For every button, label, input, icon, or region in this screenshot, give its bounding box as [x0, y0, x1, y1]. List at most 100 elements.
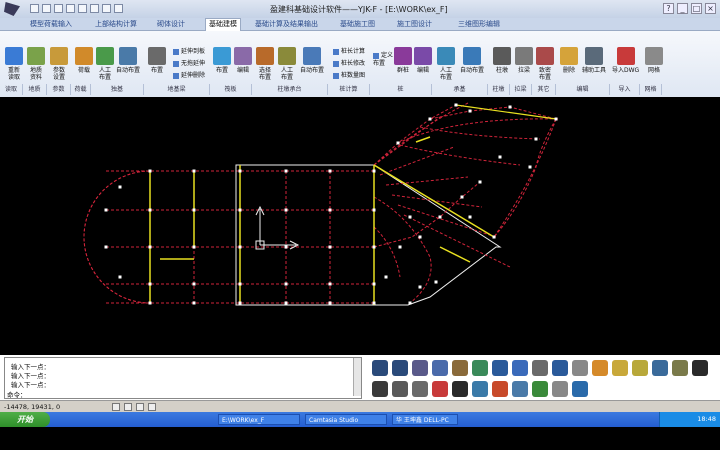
redo-icon[interactable] [90, 4, 99, 13]
grid-node[interactable] [328, 208, 332, 212]
grid-node[interactable] [192, 282, 196, 286]
pile-length-edit-button[interactable]: 桩长修改 [333, 60, 365, 68]
grid-node[interactable] [238, 301, 242, 305]
tab-2[interactable]: 砌体设计 [157, 19, 185, 29]
grid-node[interactable] [460, 195, 464, 199]
grid-node[interactable] [118, 185, 122, 189]
wrench-icon[interactable] [392, 381, 408, 397]
pan-icon[interactable] [572, 360, 588, 376]
param-button[interactable]: 参数 设置 [50, 47, 68, 81]
ruler-icon[interactable] [612, 360, 628, 376]
command-window[interactable]: 输入下一点： 输入下一点： 输入下一点： 命令： [4, 357, 362, 399]
grid-node[interactable] [148, 301, 152, 305]
grid-node[interactable] [372, 282, 376, 286]
grid-node[interactable] [284, 208, 288, 212]
grid-node[interactable] [498, 155, 502, 159]
text-icon[interactable] [452, 381, 468, 397]
inner-arc-2[interactable] [373, 226, 401, 278]
scissors-icon[interactable] [372, 360, 388, 376]
lamp-icon[interactable] [592, 360, 608, 376]
define-place-button[interactable]: 定义 布置 [373, 52, 393, 68]
auto-place-2-button[interactable]: 自动布置 [300, 47, 324, 74]
beam-line[interactable] [439, 246, 471, 263]
grid-node[interactable] [372, 169, 376, 173]
grid-node[interactable] [384, 275, 388, 279]
snap-toggle-icon[interactable] [112, 403, 120, 411]
grid-node[interactable] [238, 208, 242, 212]
save-icon[interactable] [54, 4, 63, 13]
grid-node[interactable] [554, 117, 558, 121]
grid-node[interactable] [438, 215, 442, 219]
grid-node[interactable] [238, 169, 242, 173]
grid-node[interactable] [468, 109, 472, 113]
grid-node[interactable] [528, 165, 532, 169]
left-arc[interactable] [83, 170, 151, 304]
scale-icon[interactable] [532, 381, 548, 397]
curve-grid-5[interactable] [493, 118, 557, 238]
tie-beam-button[interactable]: 拉梁 [515, 47, 533, 74]
grid-node[interactable] [148, 208, 152, 212]
beam-line[interactable] [373, 164, 495, 238]
image-icon[interactable] [472, 381, 488, 397]
radial-grid-line[interactable] [397, 204, 497, 238]
grid-node[interactable] [284, 245, 288, 249]
manual-place-button[interactable]: 人工 布置 [96, 47, 114, 81]
tab-7[interactable]: 三维图形编辑 [458, 19, 500, 29]
grid-node[interactable] [148, 282, 152, 286]
column-pier-button[interactable]: 柱墩 [493, 47, 511, 74]
tower-icon[interactable] [372, 381, 388, 397]
group-pile-button[interactable]: 群桩 [394, 47, 412, 74]
tab-3[interactable]: 基础建模 [205, 18, 241, 31]
close-button[interactable]: × [705, 3, 716, 14]
grid-node[interactable] [284, 169, 288, 173]
config-icon[interactable] [114, 4, 123, 13]
tab-4[interactable]: 基础计算及结果输出 [255, 19, 318, 29]
align-2-icon[interactable] [672, 360, 688, 376]
curve-grid-6[interactable] [493, 118, 557, 238]
open-file-icon[interactable] [42, 4, 51, 13]
grid-node[interactable] [238, 245, 242, 249]
grid-node[interactable] [148, 245, 152, 249]
radial-grid-line[interactable] [403, 214, 511, 268]
minimize-button[interactable]: _ [677, 3, 688, 14]
grid-node[interactable] [492, 235, 496, 239]
edit-button[interactable]: 编辑 [234, 47, 252, 74]
grid-node[interactable] [418, 235, 422, 239]
measure-icon[interactable] [632, 360, 648, 376]
command-prompt[interactable]: 命令： [7, 389, 27, 399]
tab-0[interactable]: 模型荷载输入 [30, 19, 72, 29]
tab-5[interactable]: 基础施工图 [340, 19, 375, 29]
select-place-button[interactable]: 选择 布置 [256, 47, 274, 81]
grid-node[interactable] [192, 169, 196, 173]
osnap-toggle-icon[interactable] [148, 403, 156, 411]
grid-node[interactable] [192, 301, 196, 305]
grid-node[interactable] [398, 245, 402, 249]
rotate-icon[interactable] [532, 360, 548, 376]
curve-grid-8[interactable] [419, 126, 541, 140]
grid-node[interactable] [454, 103, 458, 107]
grid-node[interactable] [104, 245, 108, 249]
beam-line[interactable] [415, 136, 431, 143]
start-button[interactable]: 开始 [0, 412, 50, 427]
new-file-icon[interactable] [30, 4, 39, 13]
radial-grid-line[interactable] [373, 116, 441, 166]
extend-to-button[interactable]: 延伸到板 [173, 48, 205, 56]
curve-grid-7[interactable] [399, 144, 521, 166]
manual-place-2-button[interactable]: 人工 布置 [278, 47, 296, 81]
grid-node[interactable] [148, 169, 152, 173]
drawing-canvas[interactable] [0, 97, 720, 355]
grid-toggle-icon[interactable] [124, 403, 132, 411]
scissors-2-icon[interactable] [392, 360, 408, 376]
cube-icon[interactable] [432, 360, 448, 376]
box-icon[interactable] [452, 360, 468, 376]
grid-node[interactable] [284, 282, 288, 286]
place-2-button[interactable]: 布置 [213, 47, 231, 74]
copy-icon[interactable] [412, 360, 428, 376]
grid-node[interactable] [534, 137, 538, 141]
taskbar-task[interactable]: Camtasia Studio [305, 414, 387, 425]
zoom-3-icon[interactable] [552, 360, 568, 376]
grid-node[interactable] [478, 180, 482, 184]
auto-place-3-button[interactable]: 自动布置 [460, 47, 484, 74]
taskbar-task[interactable]: 华 王坤鑫 DELL-PC [392, 414, 458, 425]
grid-node[interactable] [468, 215, 472, 219]
